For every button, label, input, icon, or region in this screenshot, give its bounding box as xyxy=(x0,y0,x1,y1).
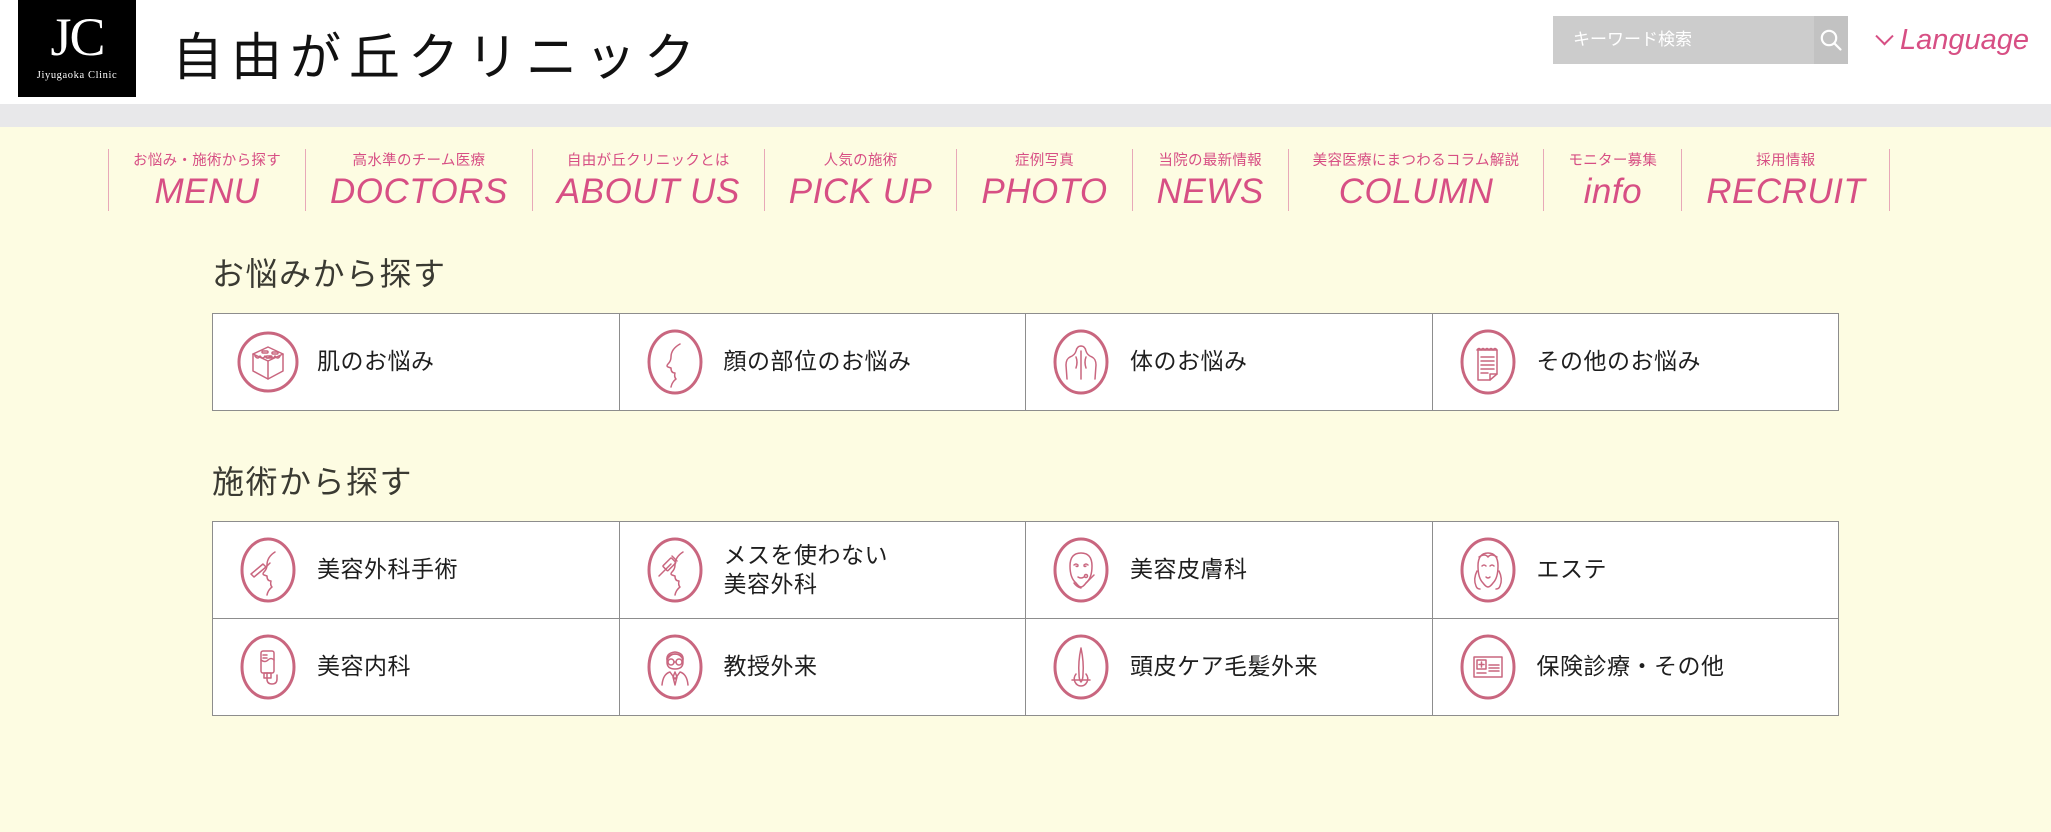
nav-item-subtitle: 美容医療にまつわるコラム解説 xyxy=(1312,153,1520,169)
language-selector[interactable]: Language xyxy=(1875,23,2029,57)
category-card-label: 美容皮膚科 xyxy=(1130,556,1248,583)
search-input[interactable] xyxy=(1552,16,1814,64)
nav-item-label: info xyxy=(1583,172,1643,211)
logo-subtitle: Jiyugaoka Clinic xyxy=(36,70,118,82)
nav-item-photo[interactable]: 症例写真 PHOTO xyxy=(956,149,1131,212)
category-card[interactable]: 顔の部位のお悩み xyxy=(619,314,1026,412)
category-card-label: 肌のお悩み xyxy=(317,348,435,375)
language-label: Language xyxy=(1899,23,2029,56)
syringe-face-icon xyxy=(642,537,708,603)
category-card-label: 体のお悩み xyxy=(1130,348,1248,375)
category-card[interactable]: 保険診療・その他 xyxy=(1432,619,1839,717)
category-card-label: 教授外来 xyxy=(723,653,818,680)
header-utilities: Language xyxy=(1552,16,2029,64)
nav-item-subtitle: 採用情報 xyxy=(1756,153,1816,169)
site-header: JC Jiyugaoka Clinic 自由が丘クリニック Language xyxy=(0,0,2051,104)
category-card[interactable]: 体のお悩み xyxy=(1026,314,1433,412)
nav-item-recruit[interactable]: 採用情報 RECRUIT xyxy=(1681,149,1891,212)
face-profile-icon xyxy=(642,329,708,395)
main-navigation: お悩み・施術から探す MENU 高水準のチーム医療 DOCTORS 自由が丘クリ… xyxy=(0,127,2051,212)
category-card-label: 美容外科手術 xyxy=(317,556,458,583)
category-card[interactable]: 頭皮ケア毛髪外来 xyxy=(1026,619,1433,717)
site-logo[interactable]: JC Jiyugaoka Clinic xyxy=(18,0,136,97)
category-card[interactable]: 美容皮膚科 xyxy=(1026,522,1433,620)
nav-item-subtitle: 症例写真 xyxy=(1014,153,1075,169)
nav-item-subtitle: 当院の最新情報 xyxy=(1158,153,1262,169)
nav-item-subtitle: 高水準のチーム医療 xyxy=(352,153,486,169)
nav-item-column[interactable]: 美容医療にまつわるコラム解説 COLUMN xyxy=(1287,149,1544,212)
doctor-glasses-icon xyxy=(642,634,708,700)
body-torso-icon xyxy=(1048,329,1114,395)
nav-item-doctors[interactable]: 高水準のチーム医療 DOCTORS xyxy=(305,149,532,212)
nav-item-about-us[interactable]: 自由が丘クリニックとは ABOUT US xyxy=(531,149,764,212)
nav-item-label: COLUMN xyxy=(1338,172,1494,211)
category-card-label: 顔の部位のお悩み xyxy=(723,348,912,375)
card-grid: 肌のお悩み 顔の部位のお悩み 体のお悩み その他のお悩み xyxy=(212,313,1839,412)
scalpel-face-icon xyxy=(235,537,301,603)
category-card-label: メスを使わない 美容外科 xyxy=(723,541,888,598)
search-icon xyxy=(1820,29,1842,51)
nav-item-subtitle: 人気の施術 xyxy=(823,153,898,169)
hair-follicle-icon xyxy=(1048,634,1114,700)
header-divider-strip xyxy=(0,104,2051,127)
search-button[interactable] xyxy=(1813,16,1848,64)
category-card[interactable]: 肌のお悩み xyxy=(213,314,620,412)
section-title: お悩みから探す xyxy=(212,256,447,293)
nav-item-menu[interactable]: お悩み・施術から探す MENU xyxy=(108,149,305,212)
category-card[interactable]: その他のお悩み xyxy=(1432,314,1839,412)
category-card[interactable]: 教授外来 xyxy=(619,619,1026,717)
nav-item-label: NEWS xyxy=(1156,172,1264,211)
category-card-label: 美容内科 xyxy=(317,653,411,680)
category-card-label: エステ xyxy=(1536,556,1607,583)
iv-drip-icon xyxy=(235,634,301,700)
skin-cube-icon xyxy=(235,329,301,395)
category-card-label: 頭皮ケア毛髪外来 xyxy=(1130,653,1318,680)
nav-item-subtitle: お悩み・施術から探す xyxy=(133,153,281,169)
nav-item-news[interactable]: 当院の最新情報 NEWS xyxy=(1131,149,1288,212)
category-card-label: 保険診療・その他 xyxy=(1536,653,1725,680)
chevron-down-icon xyxy=(1875,26,1894,45)
logo-initials: JC xyxy=(50,6,105,67)
nav-item-label: PICK UP xyxy=(788,172,933,211)
nav-item-label: PHOTO xyxy=(981,172,1108,211)
insurance-card-icon xyxy=(1455,634,1521,700)
section-title: 施術から探す xyxy=(212,464,414,501)
face-treatment-icon xyxy=(1048,537,1114,603)
site-title: 自由が丘クリニック xyxy=(172,31,704,87)
nav-item-subtitle: 自由が丘クリニックとは xyxy=(566,153,730,169)
main-content: お悩みから探す 肌のお悩み 顔の部位のお悩み 体のお悩み その他のお悩み施術から… xyxy=(0,249,2051,717)
nav-item-label: RECRUIT xyxy=(1706,172,1866,211)
category-card[interactable]: 美容外科手術 xyxy=(213,522,620,620)
nav-item-info[interactable]: モニター募集 info xyxy=(1543,149,1681,212)
category-card-label: その他のお悩み xyxy=(1536,348,1701,375)
search-box[interactable] xyxy=(1552,16,1848,64)
nav-item-label: MENU xyxy=(154,172,260,211)
nav-item-pick-up[interactable]: 人気の施術 PICK UP xyxy=(763,149,957,212)
notepad-icon xyxy=(1455,329,1521,395)
card-grid: 美容外科手術 メスを使わない 美容外科 美容皮膚科 エステ 美容内科 教授外来 … xyxy=(212,521,1839,717)
nav-item-subtitle: モニター募集 xyxy=(1568,153,1658,169)
facial-massage-icon xyxy=(1455,537,1521,603)
category-card[interactable]: メスを使わない 美容外科 xyxy=(619,522,1026,620)
nav-item-label: DOCTORS xyxy=(330,172,508,211)
nav-item-label: ABOUT US xyxy=(556,172,740,211)
category-card[interactable]: 美容内科 xyxy=(213,619,620,717)
category-card[interactable]: エステ xyxy=(1432,522,1839,620)
